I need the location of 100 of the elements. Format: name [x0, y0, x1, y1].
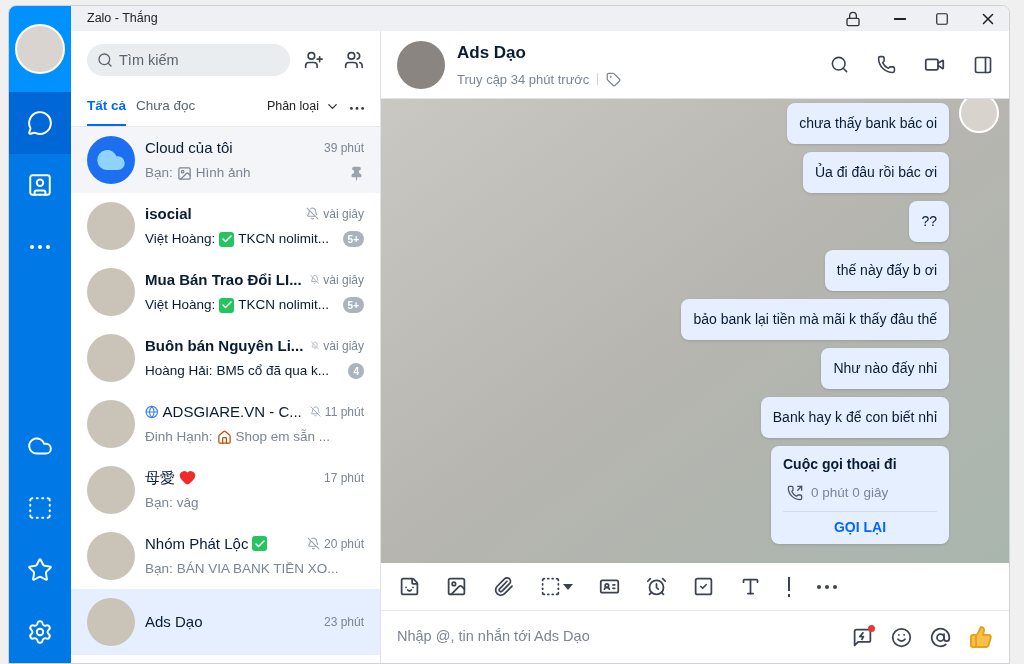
nav-button[interactable] [9, 92, 71, 154]
search-icon [97, 52, 113, 68]
cloud-avatar [87, 136, 135, 184]
conversation-name: Buôn bán Nguyên Li... [145, 335, 304, 356]
call-duration: 0 phút 0 giây [811, 484, 889, 502]
star-icon [27, 557, 53, 583]
window-title: Zalo - Thắng [87, 9, 158, 28]
conversation-item[interactable]: Cloud của tôi 39 phút Bạn: Hình ảnh [71, 127, 380, 193]
tag-icon[interactable] [606, 71, 622, 87]
filter-tab[interactable]: Chưa đọc [136, 95, 196, 126]
call-back-link[interactable]: GỌI LẠI [833, 517, 887, 539]
unread-count: 5+ [342, 297, 364, 314]
conversation-name: Mua Bán Trao Đổi LI... [145, 269, 302, 290]
check-icon [252, 536, 268, 552]
globe-icon [145, 403, 159, 420]
lightning-message-icon[interactable] [852, 626, 873, 648]
message-bubble: Như nào đấy nhỉ [821, 348, 949, 389]
exclamation-icon[interactable] [787, 576, 791, 597]
contact-avatar-photo-placeholder[interactable] [397, 40, 445, 89]
avatar-photo-placeholder [87, 466, 135, 514]
conversation-time: vài giây [323, 271, 364, 289]
message-sender: Bạn: [145, 164, 173, 183]
text-format-icon[interactable] [740, 576, 761, 597]
profile-avatar-photo-placeholder[interactable] [15, 24, 65, 74]
message-preview: vâg [176, 494, 199, 513]
message-preview: Hình ảnh [195, 164, 251, 183]
message-sender: Bạn: [145, 560, 173, 579]
more-icon[interactable] [350, 107, 364, 110]
add-group-icon[interactable] [344, 50, 364, 70]
checkbox-icon[interactable] [693, 576, 714, 597]
avatar-photo-placeholder [87, 532, 135, 580]
add-friend-icon[interactable] [304, 50, 325, 70]
search-field[interactable]: Tìm kiếm [87, 44, 291, 76]
call-title: Cuộc gọi thoại đi [783, 455, 898, 474]
message-sender: Hoàng Hải: [145, 362, 213, 381]
conversation-name: Cloud của tôi [145, 137, 233, 158]
message-sender: Đinh Hạnh: [145, 428, 213, 447]
message-preview: TKCN nolimit... [238, 230, 330, 249]
conversation-name: Ads Dạo [145, 611, 203, 632]
message-bubble: Ủa đi đâu rồi bác ơi [802, 152, 949, 193]
avatar-photo-placeholder [87, 598, 135, 646]
conversation-time: 23 phút [323, 614, 364, 631]
mention-icon[interactable] [930, 626, 951, 648]
conversation-time: 17 phút [323, 469, 364, 487]
classify-dropdown[interactable]: Phân loại [266, 97, 340, 126]
message-sender: Bạn: [145, 494, 173, 513]
heart-icon [179, 469, 196, 487]
sticker-icon[interactable] [399, 576, 420, 597]
phone-icon[interactable] [877, 55, 896, 74]
contact-name: Ads Dạo [457, 42, 527, 64]
last-seen-status: Truy cập 34 phút trước [457, 70, 590, 89]
search-icon[interactable] [830, 55, 849, 74]
message-preview: Shop em sẵn ... [235, 428, 331, 447]
thumbs-up-icon[interactable] [969, 625, 993, 649]
conversation-name: Nhóm Phát Lộc [145, 533, 249, 554]
outgoing-call-icon [787, 485, 803, 502]
message-sender: Việt Hoàng: [145, 230, 216, 249]
side-panel-icon[interactable] [973, 54, 993, 75]
unread-count: 5+ [342, 231, 364, 248]
image-icon [176, 165, 192, 181]
conversation-name: ADSGIARE.VN - C... [162, 401, 302, 422]
avatar-photo-placeholder [87, 400, 135, 448]
check-icon [219, 231, 235, 247]
message-bubble: bảo bank lại tiền mà mãi k thấy đâu thế [681, 299, 949, 340]
conversation-name: isocial [145, 203, 192, 224]
conversation-time: 20 phút [323, 535, 364, 553]
check-icon [219, 297, 235, 313]
message-sender: Việt Hoàng: [145, 296, 216, 315]
chat-icon [27, 110, 53, 136]
message-bubble: Bank hay k để con biết nhỉ [760, 397, 949, 438]
more-icon[interactable] [817, 584, 837, 589]
avatar-photo-placeholder [87, 202, 135, 250]
house-icon [216, 429, 232, 445]
maximize-icon[interactable] [935, 11, 949, 26]
caret-icon[interactable] [563, 583, 573, 590]
message-preview: BÁN VIA BANK TIỀN XO... [176, 560, 339, 579]
contact-card-icon [27, 172, 53, 198]
message-preview: TKCN nolimit... [238, 296, 330, 315]
dashed-square-icon[interactable] [540, 576, 561, 597]
image-icon[interactable] [446, 576, 467, 597]
conversation-time: 11 phút [324, 403, 364, 421]
avatar-photo-placeholder [87, 334, 135, 382]
dashed-square-icon [27, 495, 53, 521]
paperclip-icon[interactable] [493, 576, 514, 597]
avatar-photo-placeholder [87, 268, 135, 316]
settings-icon [27, 619, 53, 645]
unread-count: 4 [348, 363, 364, 380]
conversation-time: vài giây [323, 205, 364, 223]
message-bubble: ?? [909, 201, 949, 242]
message-bubble: thế này đấy b ơi [824, 250, 949, 291]
conversation-name: 母愛 [145, 467, 175, 488]
alarm-clock-icon[interactable] [646, 576, 667, 597]
conversation-item[interactable]: Ads Dạo 23 phút [71, 589, 380, 655]
emoji-icon[interactable] [891, 626, 912, 648]
message-preview: BM5 cổ đã qua k... [216, 362, 330, 381]
message-bubble: chưa thấy bank bác oi [787, 103, 949, 144]
conversation-time: vài giây [323, 337, 364, 355]
conversation-time: 39 phút [323, 139, 364, 157]
lock-icon[interactable] [845, 10, 861, 27]
message-input[interactable]: Nhập @, tin nhắn tới Ads Dạo [397, 626, 834, 648]
